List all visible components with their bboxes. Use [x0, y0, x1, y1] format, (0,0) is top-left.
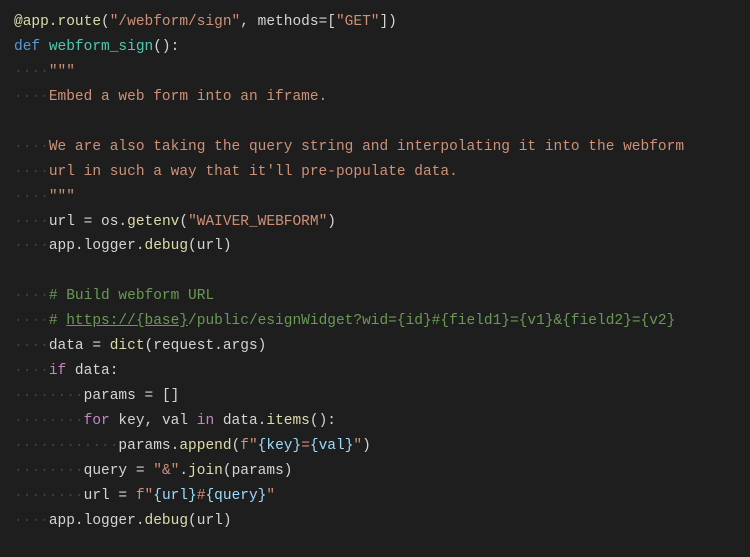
comment-url: https://{base} — [66, 313, 188, 329]
code-block: @app.route("/webform/sign", methods=["GE… — [0, 0, 750, 557]
keyword-if: if — [49, 363, 66, 379]
function-name: webform_sign — [49, 39, 153, 55]
keyword-def: def — [14, 39, 40, 55]
comment-line: # Build webform URL — [49, 288, 214, 304]
decorator: @app.route — [14, 14, 101, 30]
indent-guide: ···· — [14, 64, 49, 80]
docstring-line: Embed a web form into an iframe. — [49, 89, 327, 105]
